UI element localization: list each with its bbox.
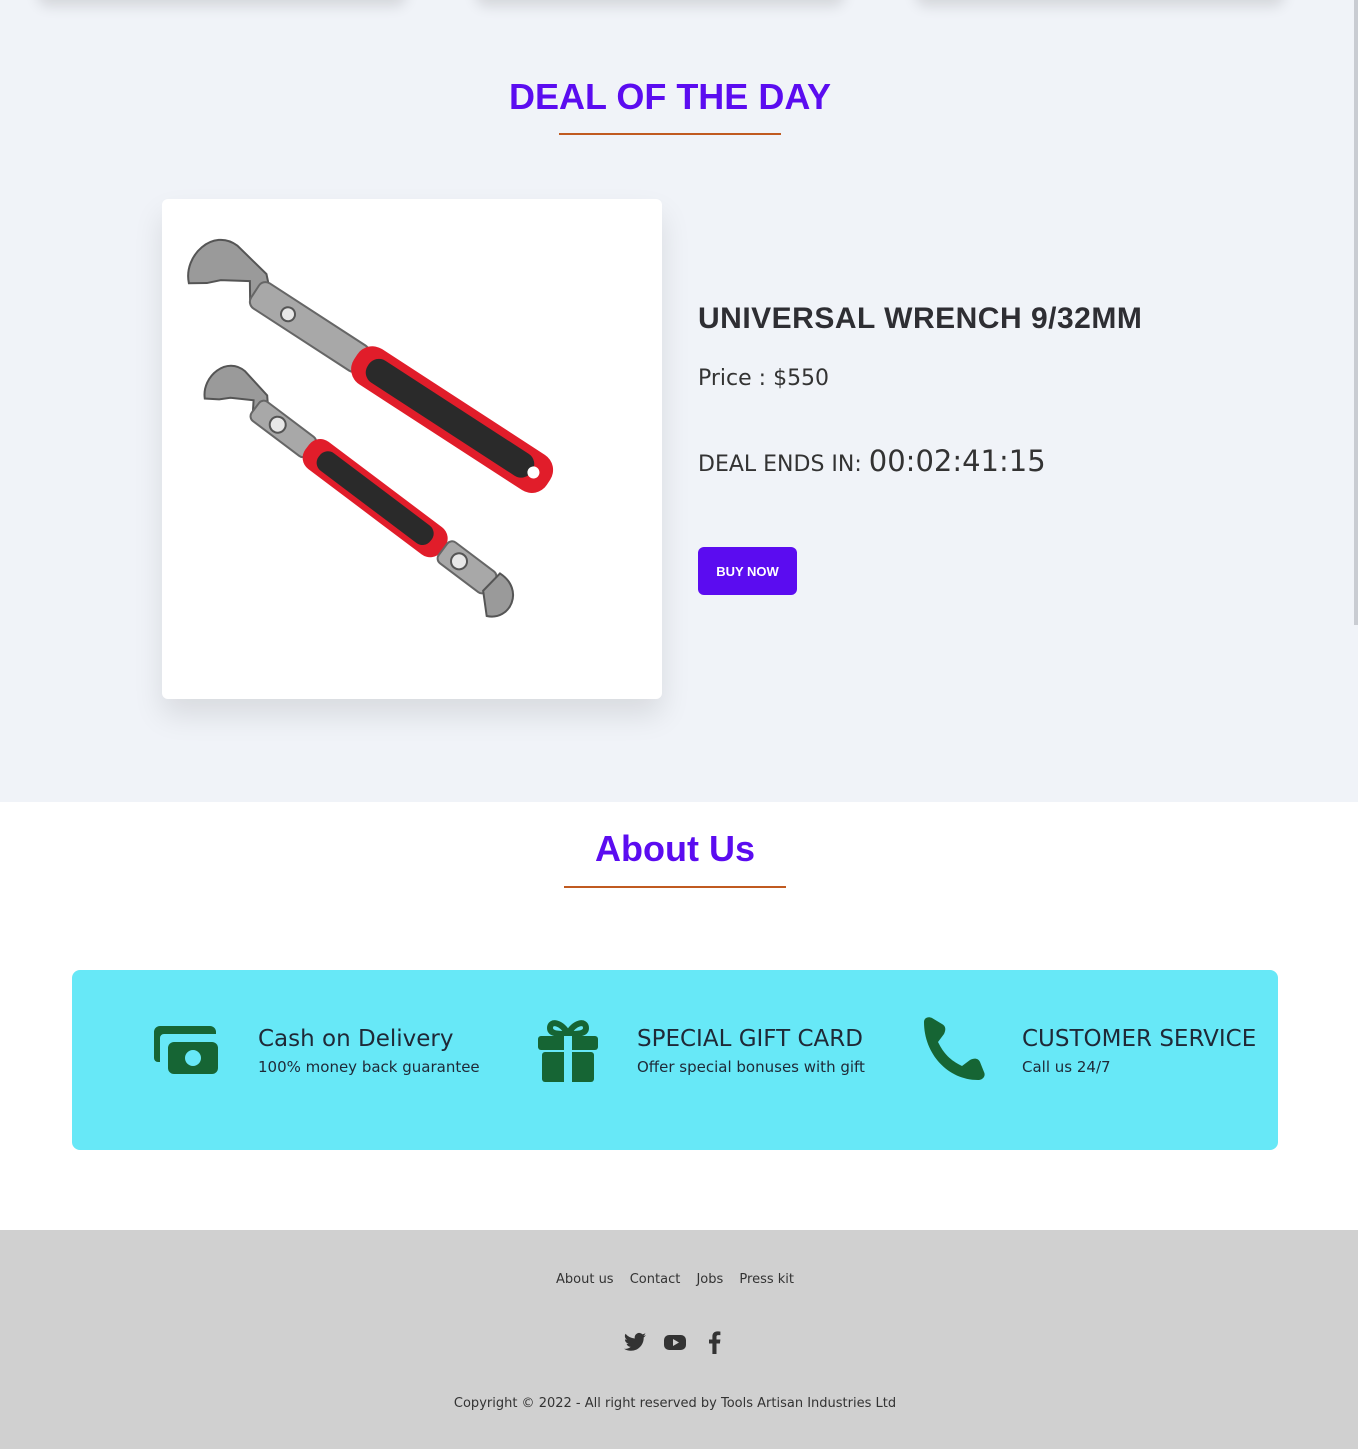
feature-subtitle: 100% money back guarantee <box>258 1058 480 1076</box>
money-icon <box>154 1026 218 1074</box>
footer: About us Contact Jobs Press kit Copyrigh… <box>0 1230 1358 1449</box>
twitter-icon[interactable] <box>623 1330 647 1354</box>
feature-customer-service: CUSTOMER SERVICE Call us 24/7 <box>872 970 1278 1150</box>
scrollbar[interactable] <box>1354 0 1358 625</box>
feature-cash-on-delivery: Cash on Delivery 100% money back guarant… <box>72 970 480 1150</box>
footer-link-press-kit[interactable]: Press kit <box>739 1272 794 1287</box>
title-underline <box>564 886 786 888</box>
feature-subtitle: Call us 24/7 <box>1022 1058 1111 1076</box>
buy-now-button[interactable]: BUY NOW <box>698 547 797 595</box>
youtube-icon[interactable] <box>663 1330 687 1354</box>
feature-title: Cash on Delivery <box>258 1026 454 1052</box>
feature-subtitle: Offer special bonuses with gift <box>637 1058 865 1076</box>
feature-gift-card: SPECIAL GIFT CARD Offer special bonuses … <box>472 970 872 1150</box>
about-section-title: About Us <box>595 828 755 869</box>
wrench-image <box>187 238 554 618</box>
countdown-timer: 00:02:41:15 <box>868 444 1046 478</box>
copyright-text: Copyright © 2022 - All right reserved by… <box>453 1396 897 1411</box>
deal-countdown: DEAL ENDS IN: 00:02:41:15 <box>698 444 1046 478</box>
feature-title: SPECIAL GIFT CARD <box>637 1026 863 1052</box>
deal-product-image <box>162 199 662 699</box>
deal-section-title: DEAL OF THE DAY <box>508 76 832 117</box>
phone-icon <box>924 1017 985 1080</box>
footer-link-contact[interactable]: Contact <box>630 1272 681 1287</box>
product-price: Price : $550 <box>698 366 830 391</box>
footer-link-jobs[interactable]: Jobs <box>696 1272 723 1287</box>
footer-link-about-us[interactable]: About us <box>556 1272 614 1287</box>
features-panel: Cash on Delivery 100% money back guarant… <box>72 970 1278 1150</box>
social-links <box>0 1330 1350 1354</box>
deal-ends-label: DEAL ENDS IN: <box>698 452 862 477</box>
footer-nav: About us Contact Jobs Press kit <box>0 1272 1350 1287</box>
product-name: UNIVERSAL WRENCH 9/32MM <box>698 302 1143 335</box>
gift-icon <box>538 1020 598 1082</box>
feature-title: CUSTOMER SERVICE <box>1022 1026 1257 1052</box>
facebook-icon[interactable] <box>703 1330 727 1354</box>
title-underline <box>559 133 781 135</box>
